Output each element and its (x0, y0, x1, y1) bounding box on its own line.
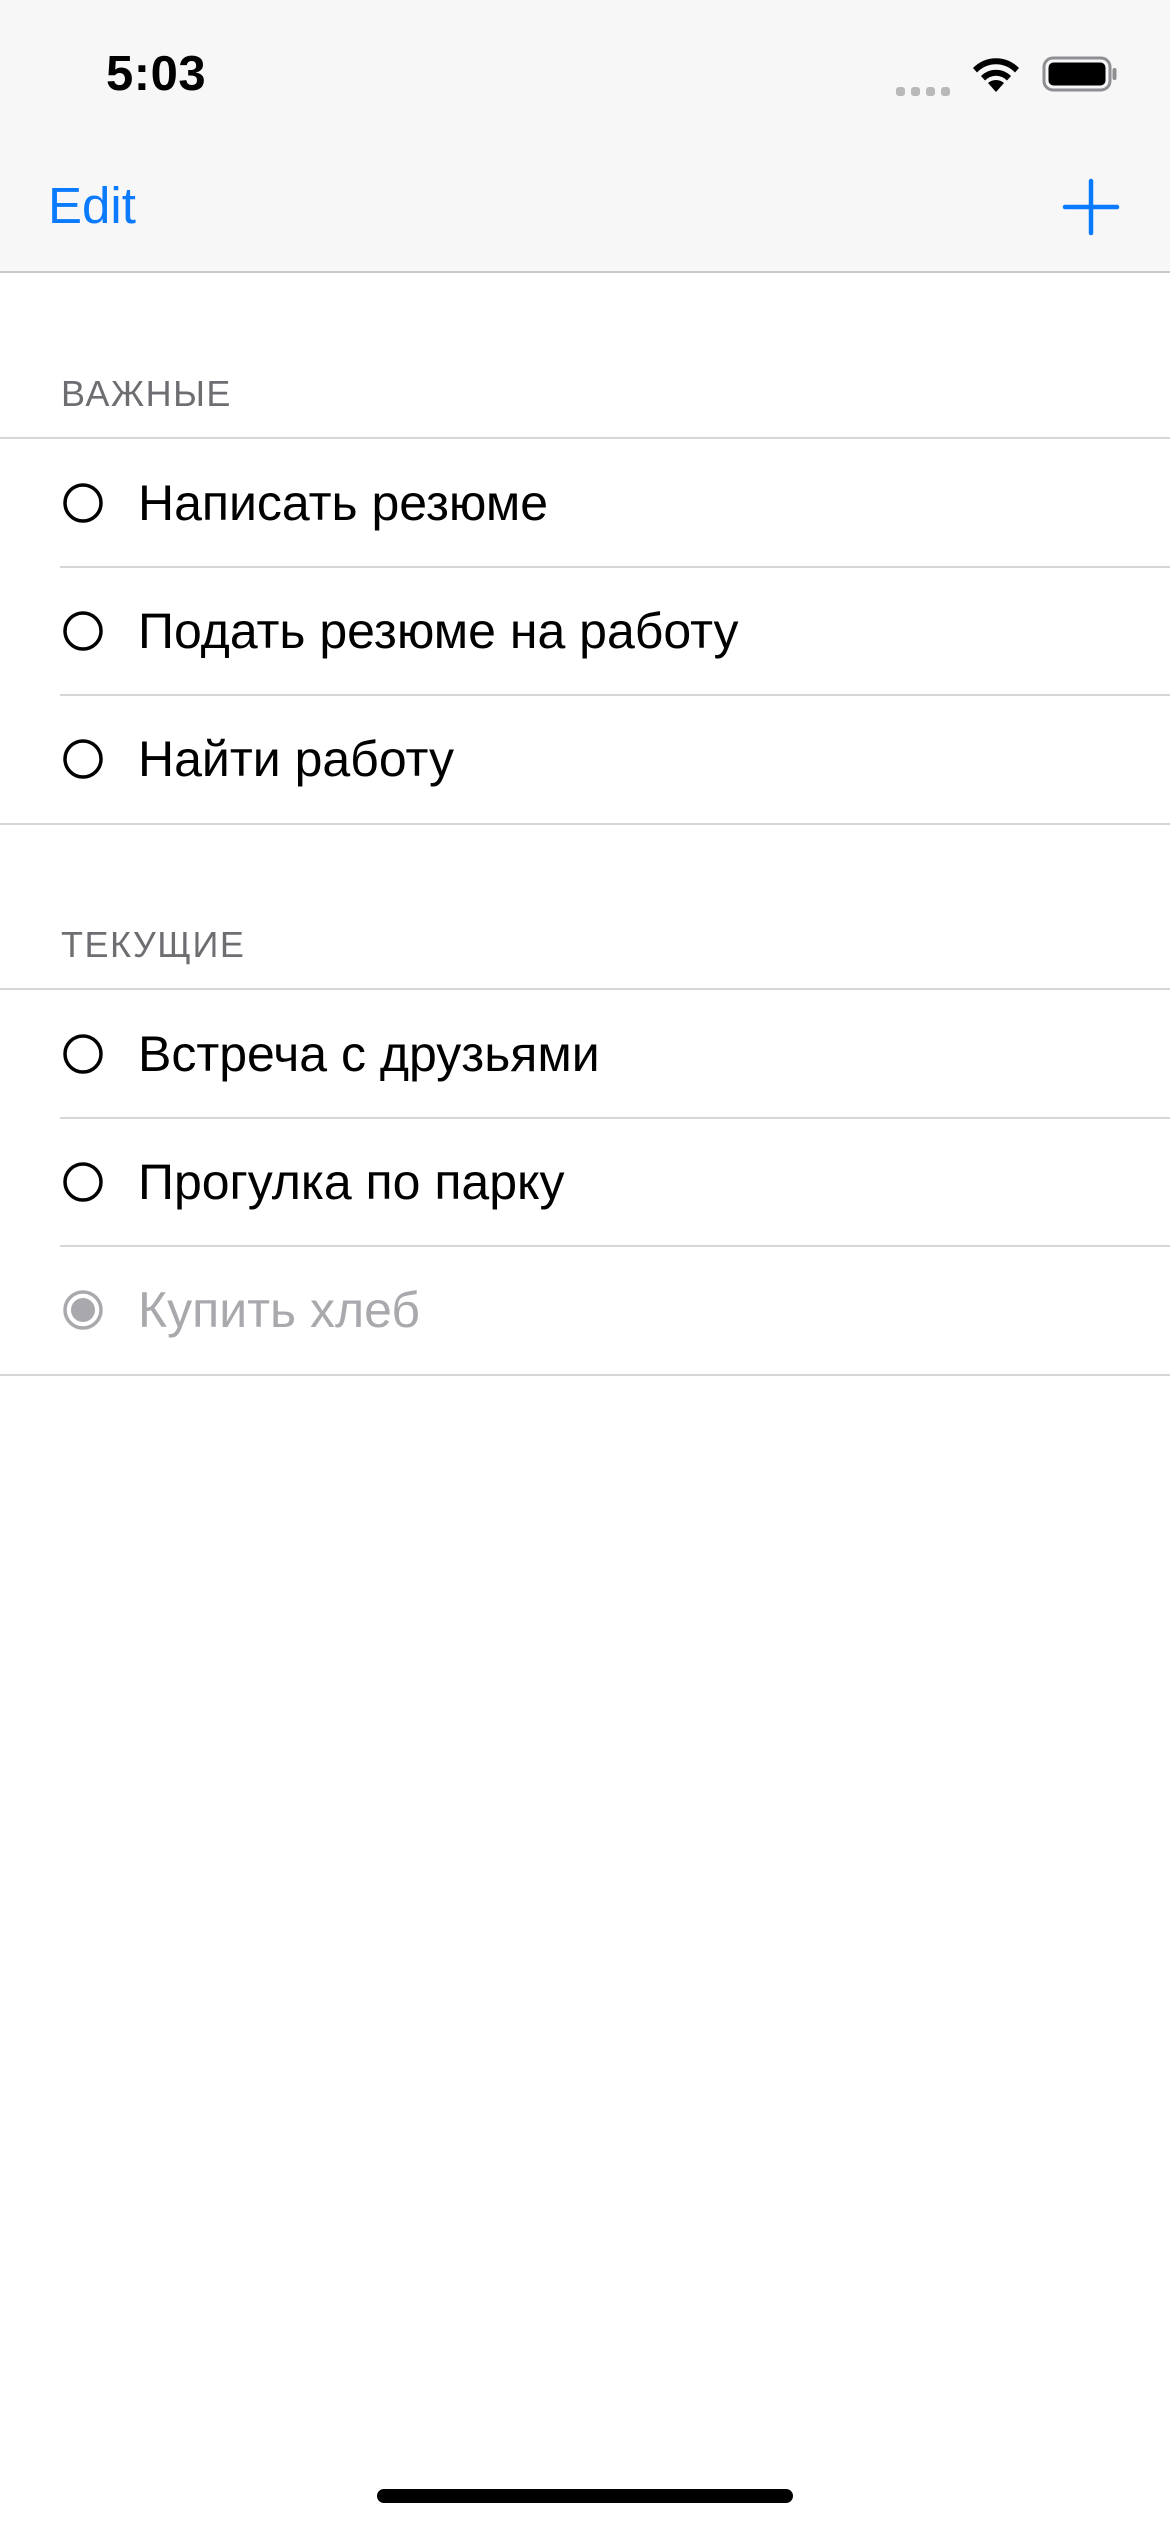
radio-unchecked-icon[interactable] (62, 1033, 104, 1075)
task-label: Прогулка по парку (138, 1154, 565, 1210)
task-label: Подать резюме на работу (138, 603, 739, 659)
radio-unchecked-icon[interactable] (62, 738, 104, 780)
task-row-completed[interactable]: Купить хлеб (0, 1245, 1170, 1374)
radio-unchecked-icon[interactable] (62, 610, 104, 652)
home-indicator[interactable] (377, 2489, 793, 2503)
task-row[interactable]: Подать резюме на работу (0, 566, 1170, 695)
task-label: Встреча с друзьями (138, 1026, 600, 1082)
task-label: Купить хлеб (138, 1282, 421, 1338)
cellular-signal-icon (896, 52, 950, 96)
radio-unchecked-icon[interactable] (62, 482, 104, 524)
section-header-current: ТЕКУЩИЕ (61, 924, 246, 965)
section-header-important: ВАЖНЫЕ (61, 373, 232, 414)
task-label: Найти работу (138, 731, 454, 787)
status-time: 5:03 (106, 47, 207, 101)
task-row[interactable]: Встреча с друзьями (0, 990, 1170, 1118)
task-row[interactable]: Найти работу (0, 694, 1170, 823)
wifi-icon (973, 58, 1019, 92)
task-list-important: Написать резюме Подать резюме на работу … (0, 437, 1170, 825)
task-row[interactable]: Прогулка по парку (0, 1117, 1170, 1246)
edit-button[interactable]: Edit (48, 176, 136, 236)
task-list-current: Встреча с друзьями Прогулка по парку Куп… (0, 988, 1170, 1376)
battery-icon (1042, 56, 1117, 92)
task-label: Написать резюме (138, 475, 549, 531)
radio-checked-icon[interactable] (62, 1289, 104, 1331)
plus-icon[interactable] (1062, 178, 1120, 236)
navigation-bar: 5:03 Edit (0, 0, 1170, 273)
status-indicators (896, 52, 1118, 96)
radio-unchecked-icon[interactable] (62, 1161, 104, 1203)
task-row[interactable]: Написать резюме (0, 439, 1170, 567)
